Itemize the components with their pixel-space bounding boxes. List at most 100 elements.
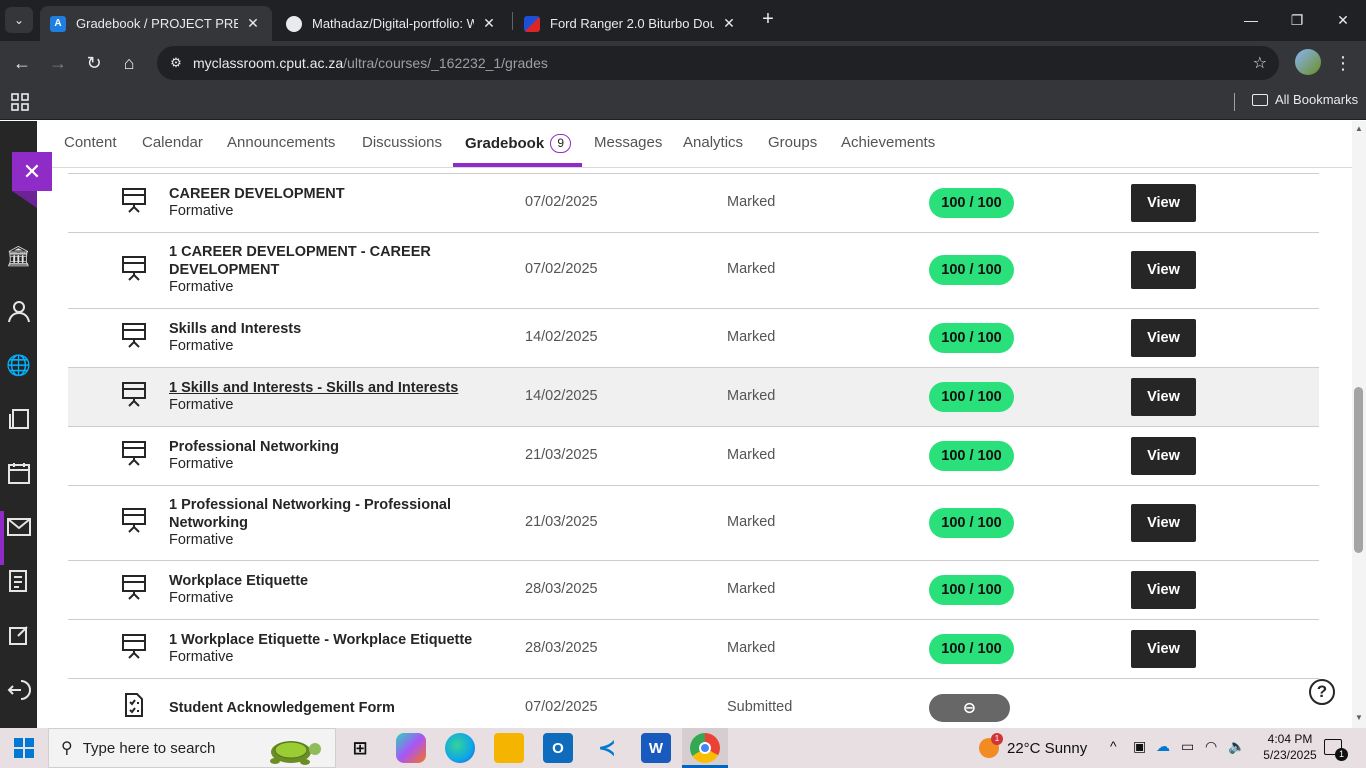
clock-date: 5/23/2025 — [1263, 748, 1317, 762]
blackboard-favicon-icon: A — [50, 15, 66, 32]
item-title[interactable]: Professional Networking — [169, 438, 469, 456]
wifi-icon[interactable]: ◠ — [1205, 738, 1217, 755]
courses-icon[interactable] — [0, 401, 37, 437]
edge-icon[interactable] — [445, 733, 475, 763]
tab-github[interactable]: Mathadaz/Digital-portfolio: Wel ✕ — [276, 6, 508, 41]
tab-content[interactable]: Content — [64, 134, 117, 151]
institution-icon[interactable]: 🏛 — [0, 238, 37, 274]
view-button[interactable]: View — [1131, 184, 1196, 222]
grade-row: Skills and Interests Formative 14/02/202… — [68, 309, 1319, 368]
tab-calendar[interactable]: Calendar — [142, 134, 203, 151]
course-navigation: Content Calendar Announcements Discussio… — [37, 121, 1352, 168]
tab-announcements[interactable]: Announcements — [227, 134, 335, 151]
scroll-up-icon[interactable]: ▲ — [1352, 124, 1366, 136]
due-date: 07/02/2025 — [525, 194, 598, 210]
tab-analytics[interactable]: Analytics — [683, 134, 743, 151]
view-button[interactable]: View — [1131, 571, 1196, 609]
all-bookmarks-button[interactable]: All Bookmarks — [1252, 92, 1358, 107]
close-tab-icon[interactable]: ✕ — [480, 15, 498, 32]
profile-icon[interactable] — [0, 293, 37, 329]
messages-icon[interactable] — [0, 509, 37, 545]
tab-groups[interactable]: Groups — [768, 134, 817, 151]
chrome-icon[interactable] — [690, 733, 720, 763]
view-button[interactable]: View — [1131, 630, 1196, 668]
help-question-icon[interactable]: ? — [1309, 679, 1335, 705]
tab-ford-ranger[interactable]: Ford Ranger 2.0 Biturbo Double ✕ — [514, 6, 748, 41]
bookmark-star-icon[interactable]: ☆ — [1253, 53, 1267, 73]
scroll-down-icon[interactable]: ▼ — [1352, 713, 1366, 725]
base-nav-rail: 🏛 🌐 — [0, 121, 37, 728]
outlook-icon[interactable]: O — [543, 733, 573, 763]
file-explorer-icon[interactable] — [494, 733, 524, 763]
calendar-icon[interactable] — [0, 455, 37, 491]
minimize-icon[interactable]: — — [1236, 8, 1266, 32]
view-button[interactable]: View — [1131, 378, 1196, 416]
reload-icon[interactable]: ↻ — [80, 49, 108, 77]
close-panel-button[interactable]: ✕ — [12, 152, 52, 191]
forward-arrow-icon[interactable]: → — [44, 49, 72, 77]
item-title[interactable]: Workplace Etiquette — [169, 572, 469, 590]
close-tab-icon[interactable]: ✕ — [720, 15, 738, 32]
url-text[interactable]: myclassroom.cput.ac.za/ultra/courses/_16… — [193, 55, 548, 71]
view-button[interactable]: View — [1131, 319, 1196, 357]
notifications-icon[interactable]: 1 — [1324, 739, 1348, 761]
word-icon[interactable]: W — [641, 733, 671, 763]
tab-messages[interactable]: Messages — [594, 134, 662, 151]
item-title[interactable]: 1 Workplace Etiquette - Workplace Etique… — [169, 631, 499, 649]
home-icon[interactable]: ⌂ — [115, 49, 143, 77]
profile-avatar[interactable] — [1295, 49, 1321, 75]
item-title[interactable]: 1 Professional Networking - Professional… — [169, 496, 469, 532]
item-type: Formative — [169, 456, 234, 472]
system-clock[interactable]: 4:04 PM 5/23/2025 — [1262, 731, 1318, 763]
edit-icon[interactable] — [0, 617, 37, 653]
item-title-link[interactable]: 1 Skills and Interests - Skills and Inte… — [169, 379, 499, 397]
apps-grid-icon[interactable] — [11, 93, 29, 111]
item-title[interactable]: CAREER DEVELOPMENT — [169, 185, 469, 203]
sign-out-icon[interactable] — [0, 672, 37, 708]
taskbar-search-box[interactable]: ⚲ Type here to search — [48, 728, 336, 768]
weather-badge: 1 — [991, 733, 1003, 745]
volume-icon[interactable]: 🔈 — [1228, 738, 1245, 755]
tab-discussions[interactable]: Discussions — [362, 134, 442, 151]
close-window-icon[interactable]: ✕ — [1328, 8, 1358, 32]
show-hidden-icons-icon[interactable]: ^ — [1110, 738, 1117, 754]
new-tab-button[interactable]: + — [757, 9, 779, 31]
view-button[interactable]: View — [1131, 437, 1196, 475]
tab-achievements[interactable]: Achievements — [841, 134, 935, 151]
windows-start-icon[interactable] — [14, 738, 34, 758]
due-date: 07/02/2025 — [525, 261, 598, 277]
meet-now-icon[interactable]: ▣ — [1133, 738, 1146, 755]
back-arrow-icon[interactable]: ← — [8, 49, 36, 77]
weather-widget[interactable]: 1 22°C Sunny — [979, 733, 1087, 758]
restore-icon[interactable]: ❐ — [1282, 8, 1312, 32]
battery-icon[interactable]: ▭ — [1181, 738, 1194, 755]
item-title[interactable]: Student Acknowledgement Form — [169, 699, 499, 717]
vscode-icon[interactable]: ≺ — [592, 733, 622, 763]
grades-icon[interactable] — [0, 563, 37, 599]
turtle-illustration-icon — [270, 741, 321, 765]
grade-row: CAREER DEVELOPMENT Formative 07/02/2025 … — [68, 174, 1319, 233]
item-type: Formative — [169, 590, 234, 606]
globe-icon[interactable]: 🌐 — [0, 347, 37, 383]
close-tab-icon[interactable]: ✕ — [244, 15, 262, 32]
item-title[interactable]: 1 CAREER DEVELOPMENT - CAREER DEVELOPMEN… — [169, 243, 469, 279]
browser-menu-icon[interactable]: ⋮ — [1333, 49, 1353, 77]
presentation-icon — [121, 255, 147, 281]
tab-gradebook[interactable]: Gradebook 9 — [465, 134, 572, 153]
view-button[interactable]: View — [1131, 251, 1196, 289]
address-bar[interactable]: ⚙ myclassroom.cput.ac.za/ultra/courses/_… — [157, 46, 1279, 80]
tab-gradebook[interactable]: A Gradebook / PROJECT PRESENT ✕ — [40, 6, 272, 41]
status-text: Marked — [727, 329, 776, 345]
view-button[interactable]: View — [1131, 504, 1196, 542]
due-date: 28/03/2025 — [525, 640, 598, 656]
score-pill: 100 / 100 — [929, 441, 1014, 471]
tab-search-chevron-icon[interactable]: ⌄ — [5, 7, 33, 33]
item-title[interactable]: Skills and Interests — [169, 320, 469, 338]
task-view-icon[interactable]: ⊞ — [345, 733, 375, 763]
site-settings-icon[interactable]: ⚙ — [165, 55, 187, 71]
onedrive-icon[interactable]: ☁ — [1156, 738, 1170, 755]
scroll-thumb[interactable] — [1354, 387, 1363, 553]
grade-row[interactable]: 1 Skills and Interests - Skills and Inte… — [68, 368, 1319, 427]
presentation-icon — [121, 507, 147, 533]
copilot-icon[interactable] — [396, 733, 426, 763]
